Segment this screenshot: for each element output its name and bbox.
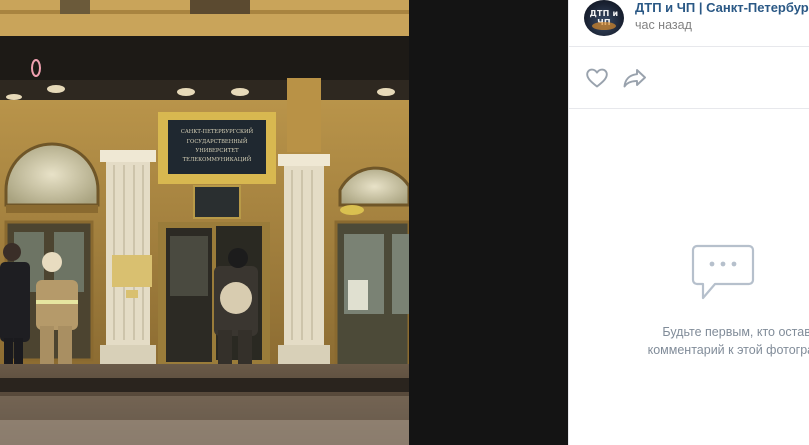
photo-side-panel: ДТП и ЧП ДТП и ЧП | Санкт-Петербург | ча… [568,0,809,445]
post-actions [583,64,703,92]
like-button[interactable] [583,64,611,92]
photo[interactable]: САНКТ-ПЕТЕРБУРГСКИЙ ГОСУДАРСТВЕННЫЙ УНИВ… [0,0,409,445]
author-name-link[interactable]: ДТП и ЧП | Санкт-Петербург | [635,0,809,15]
empty-comments-line-1: Будьте первым, кто оставит [662,325,809,339]
post-author-block: ДТП и ЧП ДТП и ЧП | Санкт-Петербург | ча… [584,0,809,44]
heart-icon [586,68,608,88]
photo-scene: САНКТ-ПЕТЕРБУРГСКИЙ ГОСУДАРСТВЕННЫЙ УНИВ… [0,0,409,445]
sign-line-4: ТЕЛЕКОММУНИКАЦИЙ [183,155,252,163]
photo-viewer: САНКТ-ПЕТЕРБУРГСКИЙ ГОСУДАРСТВЕННЫЙ УНИВ… [0,0,568,445]
comment-bubble-icon [691,244,755,300]
empty-comments-line-2: комментарий к этой фотографии [647,343,809,357]
post-time[interactable]: час назад [635,18,692,32]
author-avatar[interactable]: ДТП и ЧП [584,0,624,36]
comments-empty-state: Будьте первым, кто оставит комментарий к… [569,244,809,384]
share-button[interactable] [621,64,649,92]
divider [569,46,809,47]
divider [569,108,809,109]
sign-line-3: УНИВЕРСИТЕТ [195,148,239,154]
share-arrow-icon [623,69,646,88]
sign-line-2: ГОСУДАРСТВЕННЫЙ [187,137,248,145]
avatar-glow [592,22,616,30]
empty-comments-text: Будьте первым, кто оставит комментарий к… [623,323,809,359]
sign-line-1: САНКТ-ПЕТЕРБУРГСКИЙ [181,127,254,135]
